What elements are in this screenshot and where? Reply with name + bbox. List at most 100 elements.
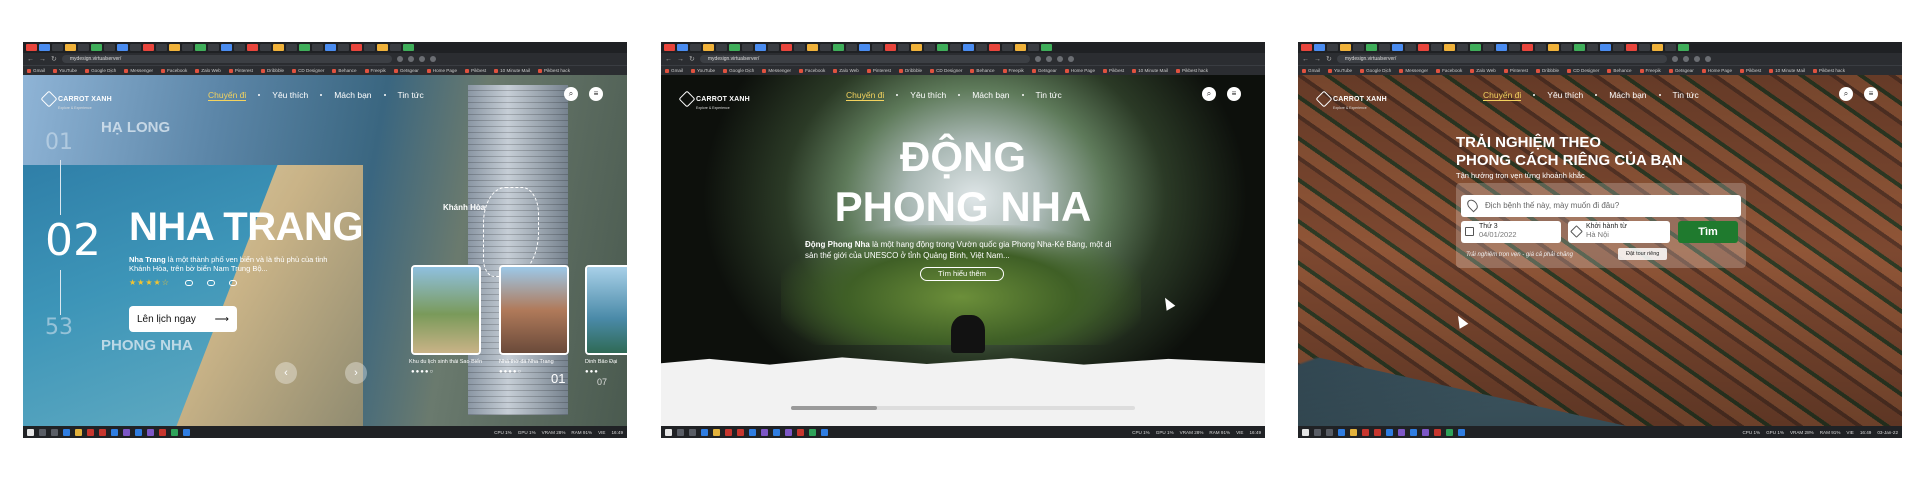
bookmark[interactable]: Zalo Web (833, 68, 859, 73)
profile-icon[interactable] (1067, 56, 1074, 62)
bookmark[interactable]: YouTube (691, 68, 715, 73)
app-icon[interactable] (821, 428, 828, 436)
find-button[interactable]: Tìm (1678, 221, 1738, 243)
reload-icon[interactable]: ↻ (689, 56, 695, 63)
carousel-prev-button[interactable]: ‹ (275, 362, 297, 384)
app-icon[interactable] (1386, 428, 1393, 436)
app-icon[interactable] (183, 428, 190, 436)
date-field[interactable]: Thứ 3 04/01/2022 (1461, 221, 1561, 243)
search-icon[interactable]: ⌕ (564, 87, 578, 101)
site-logo[interactable]: CARROT XANH Explore & Experience (40, 88, 112, 110)
bookmark[interactable]: Google Dịch (1360, 68, 1391, 73)
nav-item-chuyen-di[interactable]: Chuyến đi (208, 90, 247, 101)
start-icon[interactable] (665, 428, 672, 436)
prev-destination-label[interactable]: HẠ LONG (101, 119, 170, 136)
nav-item-yeu-thich[interactable]: Yêu thích (896, 90, 946, 101)
bookmark[interactable]: Gmail (27, 68, 45, 73)
nav-item-mach-ban[interactable]: Mách bạn (1595, 90, 1647, 101)
app-icon[interactable] (1362, 428, 1369, 436)
bookmark[interactable]: Gmail (1302, 68, 1320, 73)
app-icon[interactable] (1398, 428, 1405, 436)
bookmark[interactable]: Pikbest (1740, 68, 1761, 73)
url-field[interactable]: mydesign.virtualserver/ (1336, 55, 1667, 63)
task-view-icon[interactable] (1326, 428, 1333, 436)
bookmark[interactable]: CD Designer (1567, 68, 1599, 73)
bookmark[interactable]: Getsgear (1668, 68, 1694, 73)
search-taskbar-icon[interactable] (1314, 428, 1321, 436)
nav-item-mach-ban[interactable]: Mách bạn (320, 90, 372, 101)
bookmark[interactable]: YouTube (53, 68, 77, 73)
scrollbar-thumb[interactable] (791, 406, 877, 410)
app-icon[interactable] (135, 428, 142, 436)
forward-icon[interactable]: → (1314, 56, 1321, 63)
bookmark[interactable]: Freepik (364, 68, 386, 73)
explorer-icon[interactable] (75, 428, 82, 436)
app-icon[interactable] (1374, 428, 1381, 436)
bookmark[interactable]: Zalo Web (195, 68, 221, 73)
search-taskbar-icon[interactable] (39, 428, 46, 436)
app-icon[interactable] (1422, 428, 1429, 436)
carousel-next-button[interactable]: › (345, 362, 367, 384)
reload-icon[interactable]: ↻ (1326, 56, 1332, 63)
edge-icon[interactable] (63, 428, 70, 436)
bookmark[interactable]: Home Page (1064, 68, 1095, 73)
search-icon[interactable]: ⌕ (1839, 87, 1853, 101)
bookmark[interactable]: Facebook (799, 68, 825, 73)
task-view-icon[interactable] (51, 428, 58, 436)
hamburger-icon[interactable]: ≡ (589, 87, 603, 101)
bookmark[interactable]: Home Page (426, 68, 457, 73)
forward-icon[interactable]: → (677, 56, 684, 63)
nav-item-tin-tuc[interactable]: Tin tức (1658, 90, 1699, 101)
bookmark[interactable]: Pikbest hack (1812, 68, 1845, 73)
extension-icon[interactable] (1693, 56, 1700, 62)
url-field[interactable]: mydesign.virtualserver/ (61, 55, 392, 63)
extension-icon[interactable] (396, 56, 403, 62)
bookmark[interactable]: Dribbble (260, 68, 284, 73)
bookmark[interactable]: Zalo Web (1470, 68, 1496, 73)
extension-icon[interactable] (418, 56, 425, 62)
app-icon[interactable] (147, 428, 154, 436)
private-tour-button[interactable]: Đặt tour riêng (1618, 248, 1668, 260)
bookmark[interactable]: Google Dịch (85, 68, 116, 73)
url-field[interactable]: mydesign.virtualserver/ (699, 55, 1030, 63)
app-icon[interactable] (797, 428, 804, 436)
app-icon[interactable] (99, 428, 106, 436)
browser-tab-strip[interactable] (23, 42, 627, 53)
bookmark[interactable]: Google Dịch (723, 68, 754, 73)
extension-icon[interactable] (1034, 56, 1041, 62)
task-view-icon[interactable] (689, 428, 696, 436)
bookmark[interactable]: Messenger (1399, 68, 1428, 73)
tag-pill[interactable] (207, 280, 215, 286)
tag-pill[interactable] (229, 280, 237, 286)
bookmark[interactable]: Messenger (762, 68, 791, 73)
extension-icon[interactable] (1682, 56, 1689, 62)
bookmark[interactable]: Freepik (1002, 68, 1024, 73)
nav-item-chuyen-di[interactable]: Chuyến đi (1483, 90, 1522, 101)
browser-tab-strip[interactable] (1298, 42, 1902, 53)
back-icon[interactable]: ← (1302, 56, 1309, 63)
app-icon[interactable] (737, 428, 744, 436)
bookmark[interactable]: Behance (1607, 68, 1632, 73)
bookmark[interactable]: Pinterest (1503, 68, 1528, 73)
nav-item-yeu-thich[interactable]: Yêu thích (258, 90, 308, 101)
extension-icon[interactable] (1045, 56, 1052, 62)
app-icon[interactable] (761, 428, 768, 436)
app-icon[interactable] (159, 428, 166, 436)
bookmark[interactable]: 10 Minute Mail (494, 68, 530, 73)
bookmark[interactable]: Pinterest (866, 68, 891, 73)
forward-icon[interactable]: → (39, 56, 46, 63)
app-icon[interactable] (1458, 428, 1465, 436)
bookmark[interactable]: YouTube (1328, 68, 1352, 73)
app-icon[interactable] (749, 428, 756, 436)
tag-pill[interactable] (185, 280, 193, 286)
nav-item-tin-tuc[interactable]: Tin tức (1021, 90, 1062, 101)
browser-tab-strip[interactable] (661, 42, 1265, 53)
bookmark[interactable]: Home Page (1701, 68, 1732, 73)
start-icon[interactable] (27, 428, 34, 436)
nav-item-yeu-thich[interactable]: Yêu thích (1533, 90, 1583, 101)
bookmark[interactable]: CD Designer (930, 68, 962, 73)
back-icon[interactable]: ← (27, 56, 34, 63)
bookmark[interactable]: 10 Minute Mail (1769, 68, 1805, 73)
app-icon[interactable] (725, 428, 732, 436)
edge-icon[interactable] (1338, 428, 1345, 436)
